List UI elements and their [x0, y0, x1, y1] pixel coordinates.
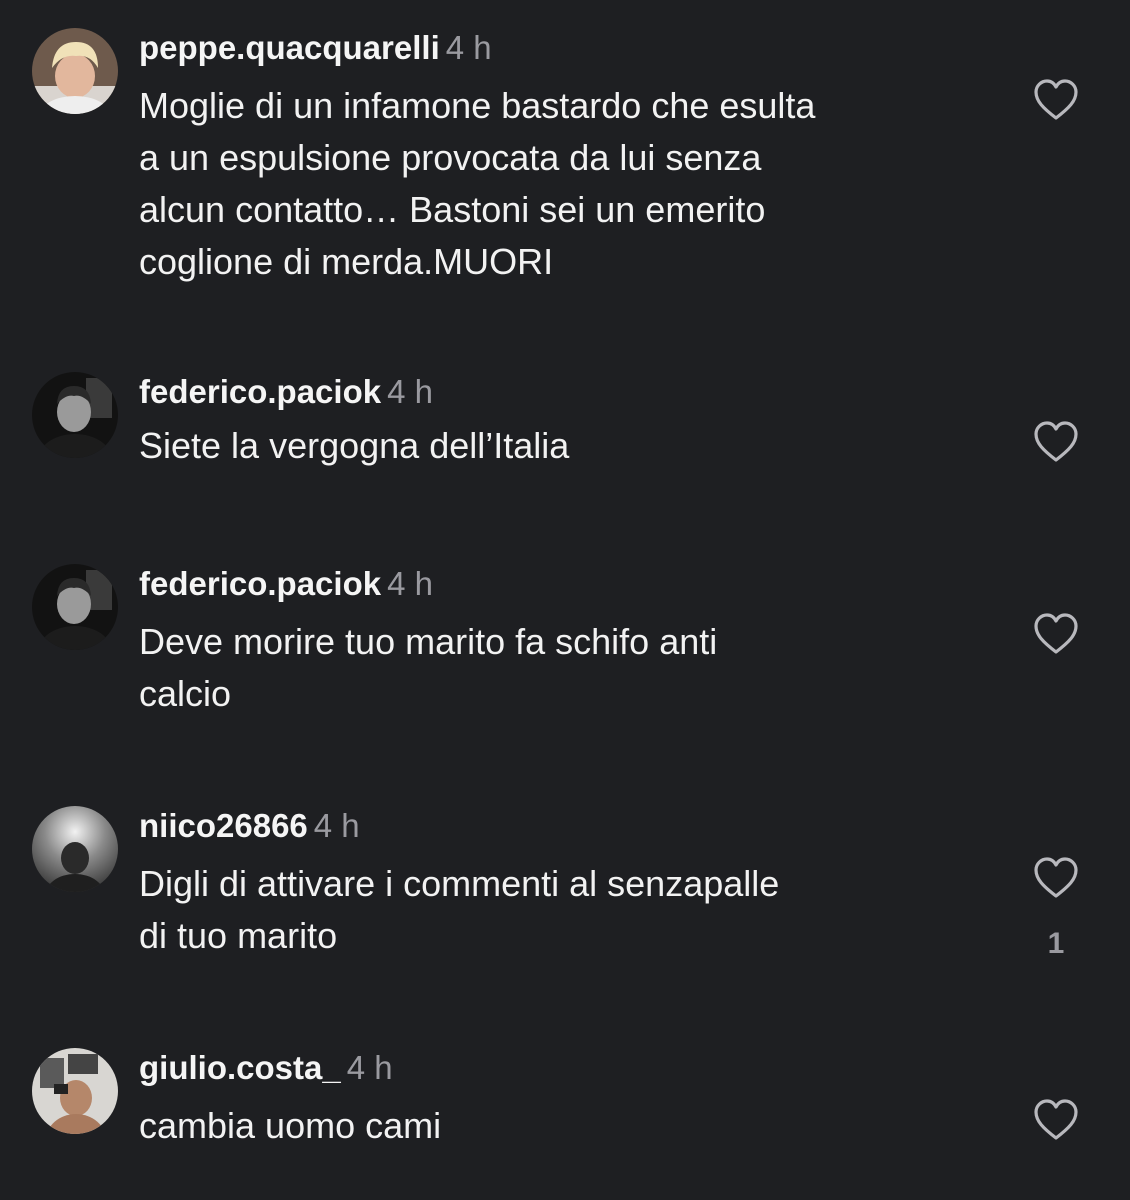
- comment-text: Moglie di un infamone bastardo che esult…: [139, 85, 816, 282]
- comment-text: Digli di attivare i commenti al senzapal…: [139, 863, 780, 956]
- avatar[interactable]: [32, 806, 118, 892]
- comment-text: Deve morire tuo marito fa schifo anti ca…: [139, 621, 718, 714]
- timestamp: 4 h: [387, 565, 433, 602]
- username[interactable]: niico26866: [139, 807, 308, 844]
- heart-outline-icon[interactable]: [1033, 420, 1079, 464]
- username[interactable]: giulio.costa_: [139, 1049, 341, 1086]
- comment-meta: niico26866 4 h: [139, 806, 360, 846]
- heart-outline-icon[interactable]: [1033, 856, 1079, 900]
- timestamp: 4 h: [313, 807, 360, 844]
- timestamp: 4 h: [387, 373, 433, 410]
- timestamp: 4 h: [346, 1049, 393, 1086]
- comment-meta: federico.paciok 4 h: [139, 564, 433, 604]
- avatar[interactable]: [32, 28, 118, 114]
- comment-meta: giulio.costa_ 4 h: [139, 1048, 393, 1088]
- username[interactable]: federico.paciok: [139, 373, 381, 410]
- username[interactable]: peppe.quacquarelli: [139, 29, 440, 66]
- username[interactable]: federico.paciok: [139, 565, 381, 602]
- avatar[interactable]: [32, 1048, 118, 1134]
- avatar[interactable]: [32, 372, 118, 458]
- avatar[interactable]: [32, 564, 118, 650]
- comment-text: Siete la vergogna dell’Italia: [139, 425, 570, 466]
- comment-text: cambia uomo cami: [139, 1105, 442, 1146]
- comment-meta: federico.paciok 4 h: [139, 372, 433, 412]
- timestamp: 4 h: [445, 29, 492, 66]
- heart-outline-icon[interactable]: [1033, 1098, 1079, 1142]
- comment-meta: peppe.quacquarelli 4 h: [139, 28, 492, 68]
- heart-outline-icon[interactable]: [1033, 612, 1079, 656]
- heart-outline-icon[interactable]: [1033, 78, 1079, 122]
- like-count: 1: [1047, 927, 1065, 960]
